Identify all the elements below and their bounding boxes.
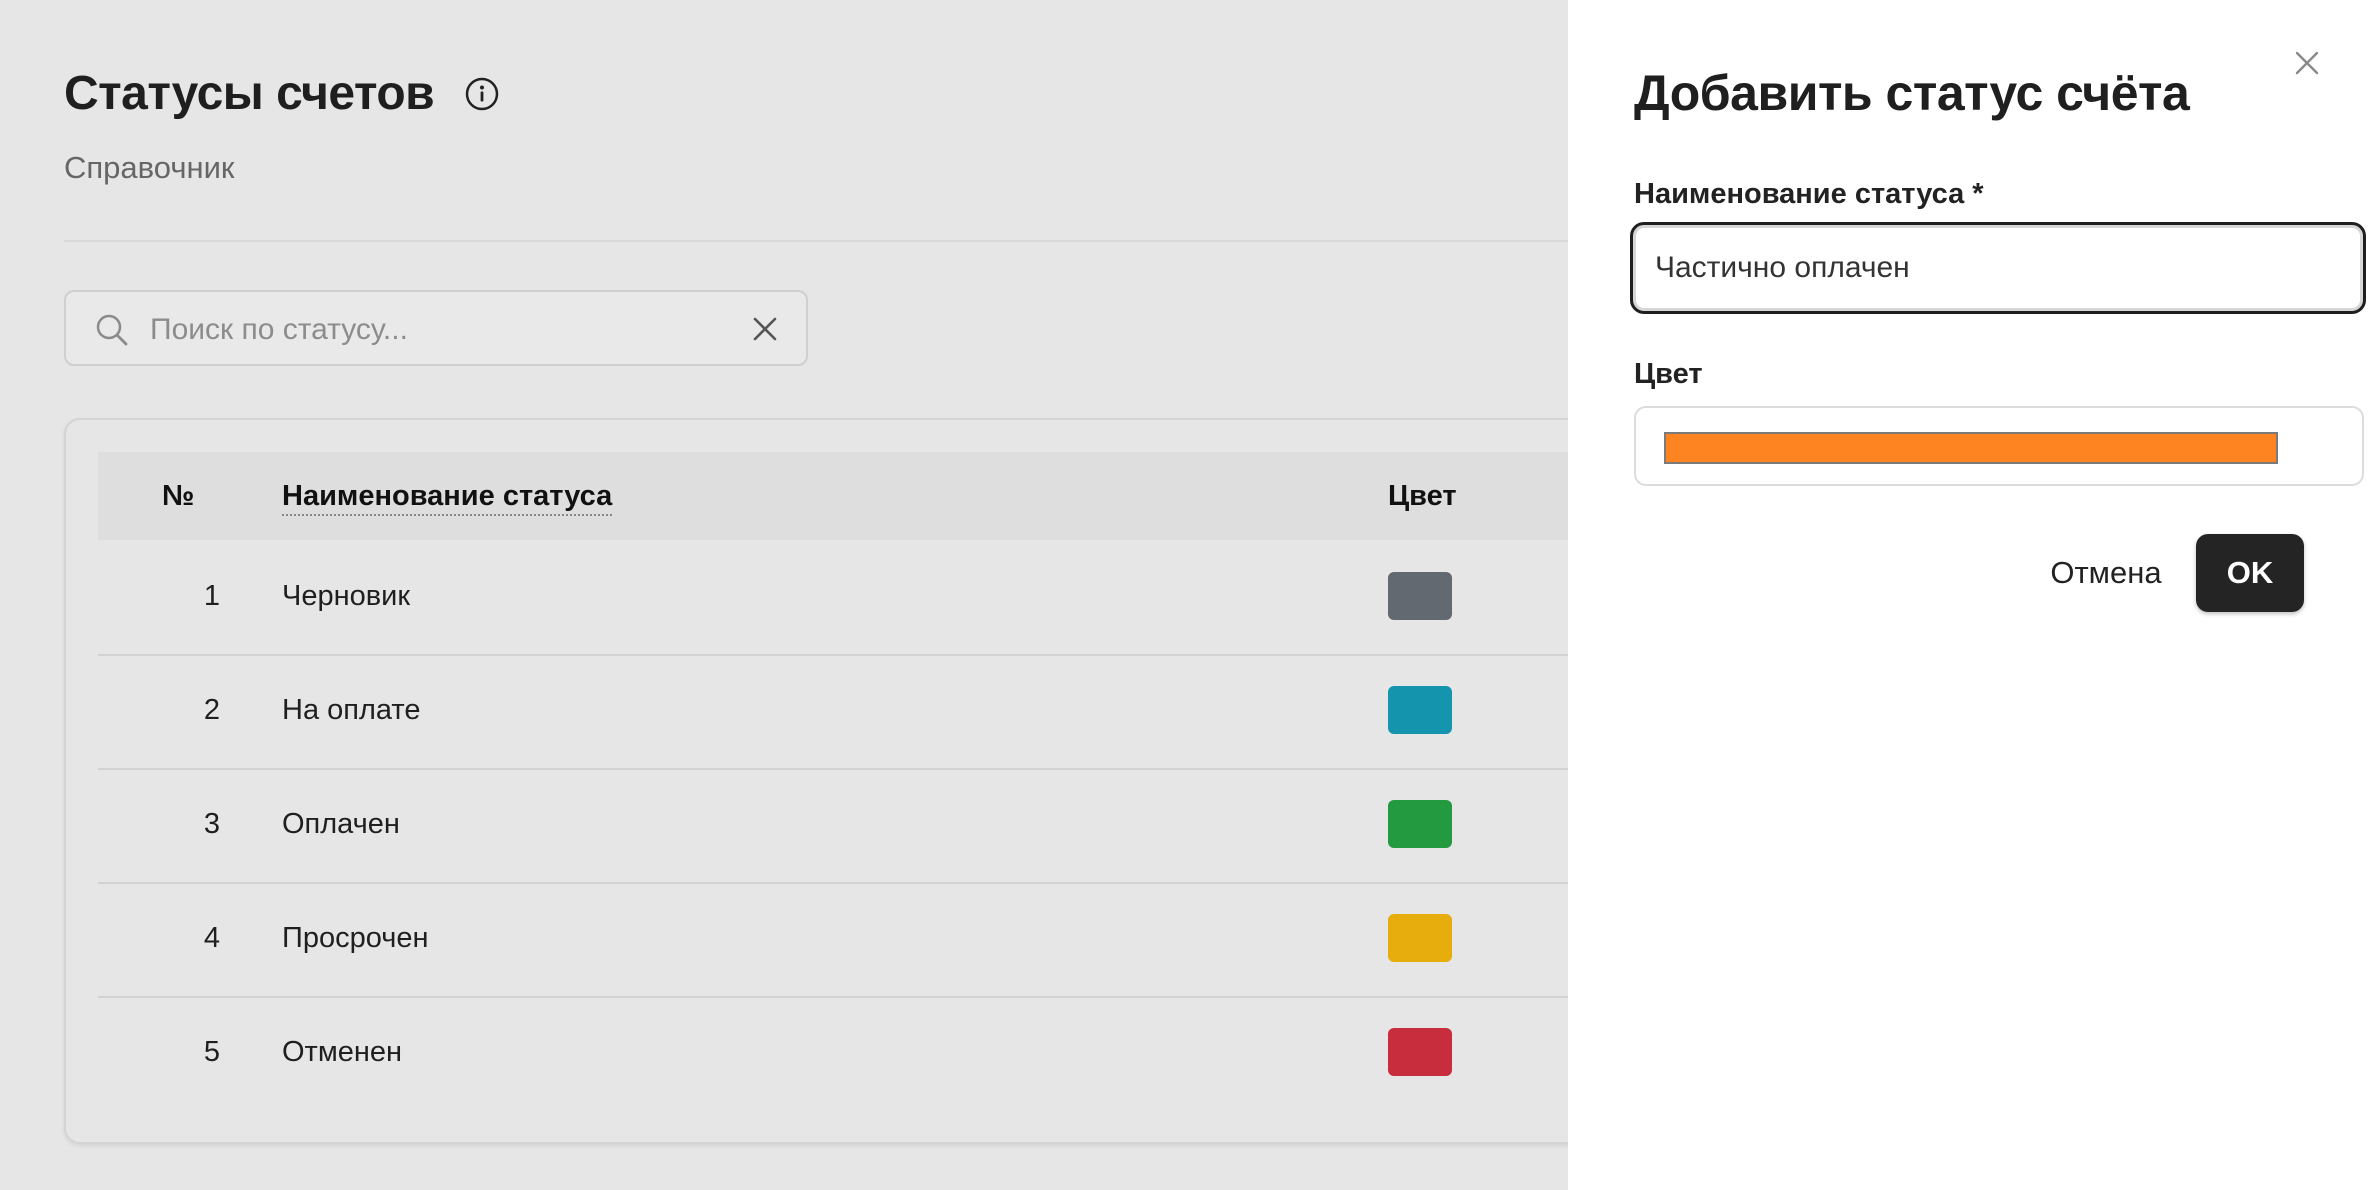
search-box bbox=[64, 290, 808, 366]
row-status-name: На оплате bbox=[282, 694, 421, 726]
status-name-label: Наименование статуса * bbox=[1634, 178, 1984, 210]
color-picker[interactable] bbox=[1634, 406, 2364, 486]
main-content: Статусы счетов Справочник № bbox=[0, 0, 1624, 1190]
add-status-panel: Добавить статус счёта Наименование стату… bbox=[1568, 0, 2368, 1190]
column-header-name[interactable]: Наименование статуса bbox=[282, 452, 613, 540]
table-row[interactable]: 3 Оплачен bbox=[98, 768, 1598, 884]
cancel-button[interactable]: Отмена bbox=[2028, 534, 2184, 612]
close-icon[interactable] bbox=[2290, 46, 2324, 80]
statuses-table: № Наименование статуса Цвет 1 Черновик 2… bbox=[64, 418, 1624, 1144]
row-number: 5 bbox=[203, 1036, 221, 1068]
table-row[interactable]: 2 На оплате bbox=[98, 654, 1598, 770]
column-header-number: № bbox=[162, 480, 195, 512]
column-header-name-label: Наименование статуса bbox=[282, 480, 613, 516]
row-number: 1 bbox=[203, 580, 221, 612]
table-row[interactable]: 5 Отменен bbox=[98, 996, 1598, 1110]
search-icon bbox=[94, 312, 130, 348]
page-subtitle: Справочник bbox=[64, 150, 235, 185]
row-status-name: Отменен bbox=[282, 1036, 403, 1068]
search-input[interactable] bbox=[148, 306, 712, 354]
row-number: 4 bbox=[203, 922, 221, 954]
table-row[interactable]: 1 Черновик bbox=[98, 540, 1598, 656]
page-title: Статусы счетов bbox=[64, 67, 435, 120]
ok-button[interactable]: OK bbox=[2196, 534, 2304, 612]
status-name-input[interactable] bbox=[1630, 222, 2366, 314]
column-header-color: Цвет bbox=[1388, 480, 1457, 512]
row-status-name: Оплачен bbox=[282, 808, 400, 840]
color-label: Цвет bbox=[1634, 358, 1703, 390]
color-preview bbox=[1664, 432, 2278, 464]
row-number: 2 bbox=[203, 694, 221, 726]
table-header: № Наименование статуса Цвет bbox=[98, 452, 1598, 540]
divider bbox=[64, 240, 1568, 242]
row-number: 3 bbox=[203, 808, 221, 840]
row-color-swatch bbox=[1388, 914, 1452, 962]
title-row: Статусы счетов bbox=[64, 66, 500, 121]
row-color-swatch bbox=[1388, 572, 1452, 620]
row-status-name: Просрочен bbox=[282, 922, 429, 954]
table-row[interactable]: 4 Просрочен bbox=[98, 882, 1598, 998]
panel-title: Добавить статус счёта bbox=[1634, 65, 2190, 121]
row-color-swatch bbox=[1388, 686, 1452, 734]
clear-search-icon[interactable] bbox=[750, 314, 780, 344]
row-color-swatch bbox=[1388, 800, 1452, 848]
row-status-name: Черновик bbox=[282, 580, 411, 612]
info-icon[interactable] bbox=[464, 76, 500, 112]
row-color-swatch bbox=[1388, 1028, 1452, 1076]
